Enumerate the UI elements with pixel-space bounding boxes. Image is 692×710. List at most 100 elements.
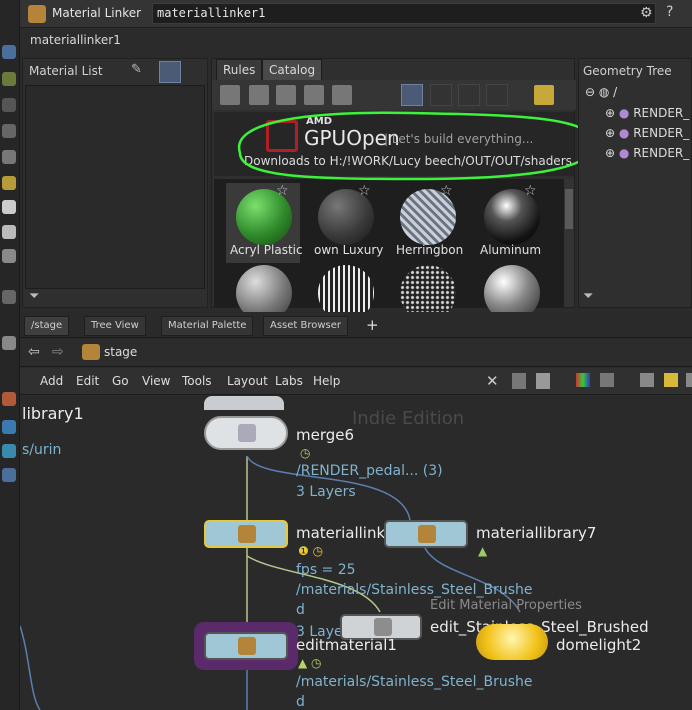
editmaterial1-node[interactable] xyxy=(204,632,288,660)
robot-icon[interactable] xyxy=(220,85,240,105)
help-icon[interactable]: ? xyxy=(666,4,682,22)
sticky-note-icon[interactable] xyxy=(664,373,678,387)
menu-labs[interactable]: Labs xyxy=(275,374,303,388)
materiallibrary7-node[interactable] xyxy=(384,520,468,548)
network-box-icon[interactable] xyxy=(686,373,692,387)
materiallinker1-node[interactable] xyxy=(204,520,288,548)
folder-icon[interactable] xyxy=(249,85,269,105)
status-icon: ▲ ◷ xyxy=(298,656,322,670)
back-icon[interactable]: ⇦ xyxy=(28,344,40,360)
domelight2-node[interactable] xyxy=(476,624,548,660)
tab-asset-browser[interactable]: Asset Browser xyxy=(263,316,349,336)
tree-item[interactable]: ⊕ ● RENDER_ xyxy=(605,106,689,120)
context-label[interactable]: stage xyxy=(104,345,137,359)
menu-add[interactable]: Add xyxy=(40,374,63,388)
material-linker-icon xyxy=(238,525,256,543)
tool-icon[interactable] xyxy=(2,150,16,164)
tree-item-label: RENDER_ xyxy=(633,106,690,120)
annotation-ring xyxy=(237,111,596,181)
catalog-grid: ☆ Acryl Plastic ☆ own Luxury ☆ Herringbo… xyxy=(214,179,564,321)
merge6-path: /RENDER_pedal... (3) xyxy=(296,463,443,479)
brush-icon[interactable]: ✎ xyxy=(131,62,149,80)
tool-icon[interactable] xyxy=(2,176,16,190)
merge-inputs xyxy=(204,396,284,410)
tab-tree-view[interactable]: Tree View xyxy=(84,316,146,336)
editmaterial1-label: editmaterial1 xyxy=(296,636,397,654)
tool-icon[interactable] xyxy=(2,420,16,434)
color-palette-icon[interactable] xyxy=(576,373,590,387)
tab-stage[interactable]: /stage xyxy=(24,316,70,336)
thumbnail-label: Aluminum xyxy=(480,243,542,257)
tab-material-palette[interactable]: Material Palette xyxy=(161,316,254,336)
filter-icon[interactable]: ⏷ xyxy=(583,289,593,304)
tree-item[interactable]: ⊕ ● RENDER_ xyxy=(605,126,689,140)
tool-icon[interactable] xyxy=(2,124,16,138)
material-list-title: Material List xyxy=(29,64,103,78)
linker-path-cont: d xyxy=(296,602,305,618)
tool-icon[interactable] xyxy=(2,290,16,304)
node-wires xyxy=(20,455,521,710)
forward-icon[interactable]: ⇨ xyxy=(52,344,64,360)
tool-icon[interactable] xyxy=(2,72,16,86)
filter-star-icon[interactable] xyxy=(534,85,554,105)
filter-icon[interactable]: ⏷ xyxy=(29,289,39,304)
geometry-tree-panel: Geometry Tree ⊖ ◍ / ⊕ ● RENDER_ ⊕ ● REND… xyxy=(578,58,692,308)
wrench-icon[interactable]: ✕ xyxy=(486,372,499,390)
settings-icon[interactable]: ⚙ xyxy=(640,5,656,23)
edit-props-caption: Edit Material Properties xyxy=(430,598,582,613)
menu-edit[interactable]: Edit xyxy=(76,374,99,388)
pencil-icon[interactable] xyxy=(276,85,296,105)
materiallibrary7-label: materiallibrary7 xyxy=(476,524,597,542)
tag-icon[interactable] xyxy=(304,85,324,105)
material-linker-icon xyxy=(28,5,46,23)
tool-icon[interactable] xyxy=(2,45,16,59)
tree-layout-icon[interactable] xyxy=(512,373,526,389)
network-menu-bar: Add Edit Go View Tools Layout Labs Help … xyxy=(20,368,692,395)
tree-view-icon[interactable] xyxy=(159,61,181,83)
tab-rules[interactable]: Rules xyxy=(216,59,263,80)
tool-icon[interactable] xyxy=(2,392,16,406)
status-icon: ▲ xyxy=(478,544,488,558)
thumbnail-label: Acryl Plastic xyxy=(230,243,303,257)
display-icon[interactable] xyxy=(640,373,654,387)
stage-context-icon xyxy=(82,344,100,360)
grid-icon[interactable] xyxy=(600,373,614,387)
tool-icon[interactable] xyxy=(2,225,16,239)
merge6-node[interactable] xyxy=(204,416,288,450)
title-bar: Material Linker materiallinker1 ⚙ ? xyxy=(20,0,692,28)
network-canvas[interactable]: Indie Edition library1 s/urin merge6 ◷ /… xyxy=(20,396,692,710)
node-name-field[interactable]: materiallinker1 xyxy=(152,3,656,24)
menu-layout[interactable]: Layout xyxy=(227,374,268,388)
tool-icon[interactable] xyxy=(2,200,16,214)
menu-view[interactable]: View xyxy=(142,374,170,388)
tree-root-label: / xyxy=(613,85,618,99)
catalog-scrollbar[interactable] xyxy=(564,179,574,307)
add-tab-icon[interactable]: + xyxy=(366,316,379,334)
network-tabs-bar: /stage Tree View Material Palette Asset … xyxy=(20,312,692,338)
tab-catalog[interactable]: Catalog xyxy=(262,59,323,80)
edit-props-icon xyxy=(374,618,392,636)
lock-icon[interactable] xyxy=(2,98,16,112)
catalog-panel: Rules Catalog AMD GPUOpen | Let's build … xyxy=(211,58,596,321)
thumbnail-label: own Luxury xyxy=(314,243,384,257)
tool-icon[interactable] xyxy=(2,336,16,350)
editmaterial-path-cont: d xyxy=(296,694,305,710)
menu-help[interactable]: Help xyxy=(313,374,340,388)
domelight2-label: domelight2 xyxy=(556,636,642,654)
tool-icon[interactable] xyxy=(2,444,16,458)
gear-icon[interactable] xyxy=(332,85,352,105)
tool-icon[interactable] xyxy=(2,468,16,482)
merge6-layers: 3 Layers xyxy=(296,484,356,500)
merge6-label: merge6 xyxy=(296,426,355,444)
list-icon[interactable] xyxy=(536,373,550,389)
tree-root[interactable]: ⊖ ◍ / xyxy=(585,85,617,99)
tree-item-label: RENDER_ xyxy=(633,126,690,140)
app-title: Material Linker xyxy=(52,6,142,20)
material-list-area[interactable] xyxy=(25,85,205,289)
material-library-icon xyxy=(418,525,436,543)
menu-go[interactable]: Go xyxy=(112,374,129,388)
linker-fps: fps = 25 xyxy=(296,562,356,578)
tool-icon[interactable] xyxy=(2,249,16,263)
tree-item[interactable]: ⊕ ● RENDER_ xyxy=(605,146,689,160)
menu-tools[interactable]: Tools xyxy=(182,374,212,388)
